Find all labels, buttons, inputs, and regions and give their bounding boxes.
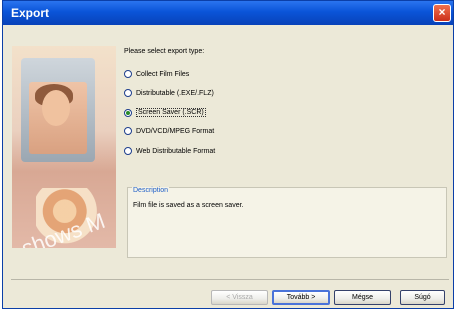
radio-button[interactable] <box>124 70 132 78</box>
option-label: Screen Saver (.SCR) <box>136 108 206 117</box>
camera-illustration <box>21 58 95 162</box>
cancel-button[interactable]: Mégse <box>334 290 391 305</box>
title-bar: Export × <box>3 1 453 25</box>
back-button[interactable]: < Vissza <box>211 290 268 305</box>
export-type-label: Please select export type: <box>124 48 205 55</box>
selected-radio-button[interactable] <box>124 108 132 117</box>
close-button[interactable]: × <box>433 4 451 22</box>
radio-button[interactable] <box>124 127 132 135</box>
window-title: Export <box>11 6 50 20</box>
help-button[interactable]: Súgó <box>400 290 445 305</box>
option-label: Web Distributable Format <box>136 147 216 155</box>
camera-screen <box>29 82 87 154</box>
wizard-side-image: shows M <box>12 46 116 248</box>
option-label: DVD/VCD/MPEG Format <box>136 127 215 135</box>
portrait-face <box>42 90 70 126</box>
screen-saver-option[interactable]: Screen Saver (.SCR) <box>124 108 206 117</box>
dvd-vcd-mpeg-option[interactable]: DVD/VCD/MPEG Format <box>124 127 214 135</box>
radio-button[interactable] <box>124 147 132 155</box>
next-button[interactable]: Tovább > <box>272 290 330 305</box>
radio-button[interactable] <box>124 89 132 97</box>
description-panel: Description Film file is saved as a scre… <box>127 187 447 258</box>
distributable-option[interactable]: Distributable (.EXE/.FLZ) <box>124 89 214 97</box>
description-text: Film file is saved as a screen saver. <box>133 202 244 209</box>
button-separator <box>11 279 449 280</box>
description-title: Description <box>132 187 170 194</box>
export-dialog: Export × shows M Please select export ty… <box>2 0 454 309</box>
collect-film-files-option[interactable]: Collect Film Files <box>124 70 189 78</box>
option-label: Collect Film Files <box>136 70 190 78</box>
option-label: Distributable (.EXE/.FLZ) <box>136 89 214 97</box>
web-distributable-option[interactable]: Web Distributable Format <box>124 147 215 155</box>
